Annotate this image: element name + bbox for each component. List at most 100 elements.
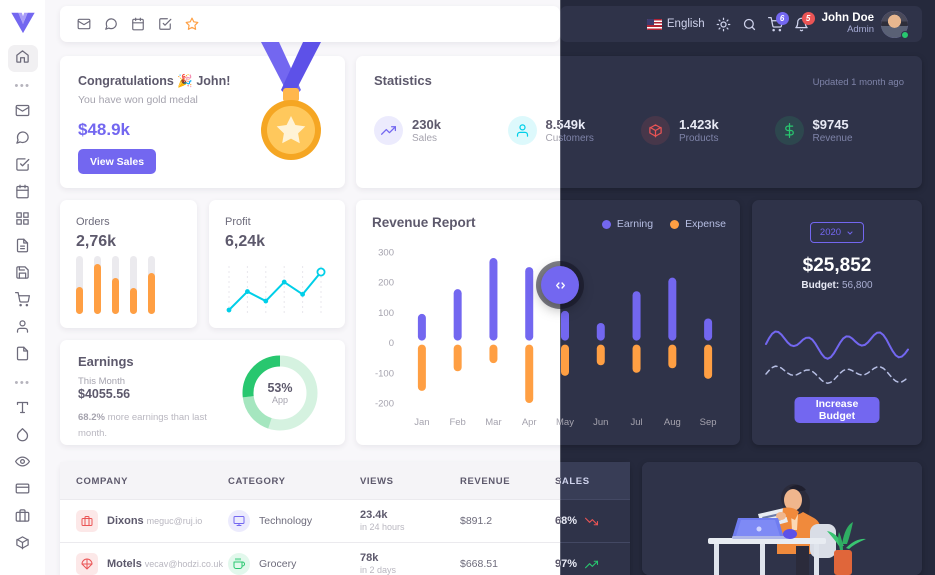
shortcuts-toolbar — [60, 6, 560, 42]
avatar[interactable] — [881, 10, 909, 39]
sales-cell: 68% — [560, 500, 630, 543]
view-sales-button[interactable]: View Sales — [78, 149, 157, 174]
company-cell: Motels vecav@hodzi.co.uk — [60, 543, 228, 575]
monitor-icon — [228, 510, 250, 532]
calendar-icon — [15, 184, 30, 204]
orders-bar-chart — [76, 256, 155, 314]
sidebar-item-components[interactable] — [8, 504, 38, 531]
stat-label: Products — [679, 133, 719, 145]
woman-at-desk-illustration — [642, 462, 922, 575]
email-icon[interactable] — [77, 17, 91, 31]
category-cell: Grocery — [228, 543, 360, 575]
increase-budget-button[interactable]: Increase Budget — [794, 397, 880, 423]
y-tick-label: 0 — [389, 338, 394, 349]
gold-medal-illustration — [261, 42, 321, 160]
sidebar-item-email[interactable] — [8, 99, 38, 126]
companies-table-card: COMPANYCATEGORYVIEWSREVENUESALES Dixons … — [60, 462, 630, 575]
coffee-icon — [228, 553, 250, 575]
bell-icon[interactable]: 5 — [794, 11, 815, 32]
company-name: Dixons — [107, 514, 144, 527]
views-value: 78k — [360, 552, 379, 564]
profit-line-chart — [226, 266, 326, 314]
x-tick-label: Mar — [485, 417, 501, 428]
stat-value: $9745 — [812, 116, 849, 132]
x-tick-label: Aug — [664, 417, 681, 428]
search-icon[interactable] — [742, 17, 757, 32]
expense-bar — [668, 344, 677, 369]
stat-label: Revenue — [812, 133, 853, 145]
star-icon[interactable] — [185, 17, 199, 31]
theme-split-handle[interactable] — [541, 266, 579, 304]
earning-bar — [632, 291, 641, 341]
chat-icon[interactable] — [104, 17, 118, 31]
y-tick-label: 300 — [378, 248, 394, 259]
app-root: ••• ••• Congratulations 🎉 John! You have… — [0, 0, 935, 575]
table-row[interactable]: Motels vecav@hodzi.co.uk Grocery 78k in … — [60, 543, 630, 575]
box-icon — [641, 116, 670, 145]
earning-bar — [417, 313, 426, 341]
budget-subtitle: Budget: 56,800 — [801, 280, 873, 291]
app-logo[interactable] — [9, 9, 37, 37]
earnings-value: $4055.56 — [78, 387, 131, 401]
todo-icon[interactable] — [158, 17, 172, 31]
orders-title: Orders — [76, 216, 110, 228]
save-icon — [15, 265, 30, 285]
earnings-title: Earnings — [78, 354, 134, 369]
order-bar — [148, 256, 155, 314]
sun-icon[interactable] — [716, 17, 731, 32]
user-menu[interactable]: John Doe Admin — [822, 10, 909, 39]
sidebar-item-cards[interactable] — [8, 477, 38, 504]
sidebar-item-extensions[interactable] — [8, 531, 38, 558]
profit-value: 6,24k — [225, 233, 266, 250]
sidebar-item-todo[interactable] — [8, 153, 38, 180]
calendar-icon[interactable] — [131, 17, 145, 31]
year-select[interactable]: 2020 — [810, 222, 864, 243]
earnings-donut-chart: 53% App — [241, 354, 319, 432]
sidebar-item-invoice[interactable] — [8, 234, 38, 261]
sidebar-item-chat[interactable] — [8, 126, 38, 153]
company-email: vecav@hodzi.co.uk — [144, 558, 223, 569]
stat-item: $9745 Revenue — [774, 116, 909, 145]
sidebar-item-user[interactable] — [8, 315, 38, 342]
sidebar-item-pages[interactable] — [8, 342, 38, 369]
sidebar-item-colors[interactable] — [8, 423, 38, 450]
x-tick-label: Sep — [700, 417, 717, 428]
sidebar-divider: ••• — [14, 376, 31, 389]
grid-icon — [15, 211, 30, 231]
expense-bar — [489, 344, 498, 364]
sidebar-item-cart[interactable] — [8, 288, 38, 315]
stat-item: 230k Sales — [374, 116, 508, 145]
budget-card-dark: 2020 $25,852 Budget: 56,800 Increase Bud… — [752, 200, 922, 445]
cart-icon[interactable]: 6 — [767, 11, 789, 32]
congratulations-card: Congratulations 🎉 John! You have won gol… — [60, 42, 345, 188]
sidebar-item-calendar[interactable] — [8, 180, 38, 207]
cart-badge: 6 — [775, 11, 789, 25]
earning-bar — [668, 277, 677, 341]
sidebar-item-home[interactable] — [7, 45, 38, 72]
card-icon — [15, 481, 30, 501]
us-flag-icon — [646, 18, 662, 30]
sidebar-item-apps[interactable] — [8, 207, 38, 234]
statistics-title: Statistics — [374, 73, 432, 88]
sales-cell: 97% — [560, 543, 630, 575]
order-bar — [94, 256, 101, 314]
expense-bar — [704, 344, 713, 379]
stat-value: 230k — [412, 116, 441, 132]
sidebar-item-ecommerce[interactable] — [8, 261, 38, 288]
stat-item: 1.423k Products — [641, 116, 775, 145]
column-header-category: CATEGORY — [228, 462, 360, 500]
congrats-title: Congratulations 🎉 John! — [78, 74, 231, 88]
congrats-subtitle: You have won gold medal — [78, 94, 198, 106]
parachute-icon — [76, 553, 98, 575]
earnings-note: 68.2% more earnings than last month. — [78, 412, 207, 439]
table-row[interactable]: Dixons meguc@ruj.io Technology 23.4k in … — [60, 500, 630, 543]
expense-bar — [417, 344, 426, 391]
sidebar-item-icons[interactable] — [8, 450, 38, 477]
sidebar-item-typography[interactable] — [8, 396, 38, 423]
language-selector[interactable]: English — [646, 18, 705, 30]
profit-card: Profit 6,24k — [209, 200, 345, 328]
company-name: Motels — [107, 557, 142, 570]
trending-up-icon — [374, 116, 403, 145]
x-tick-label: Apr — [522, 417, 537, 428]
order-bar — [76, 256, 83, 314]
